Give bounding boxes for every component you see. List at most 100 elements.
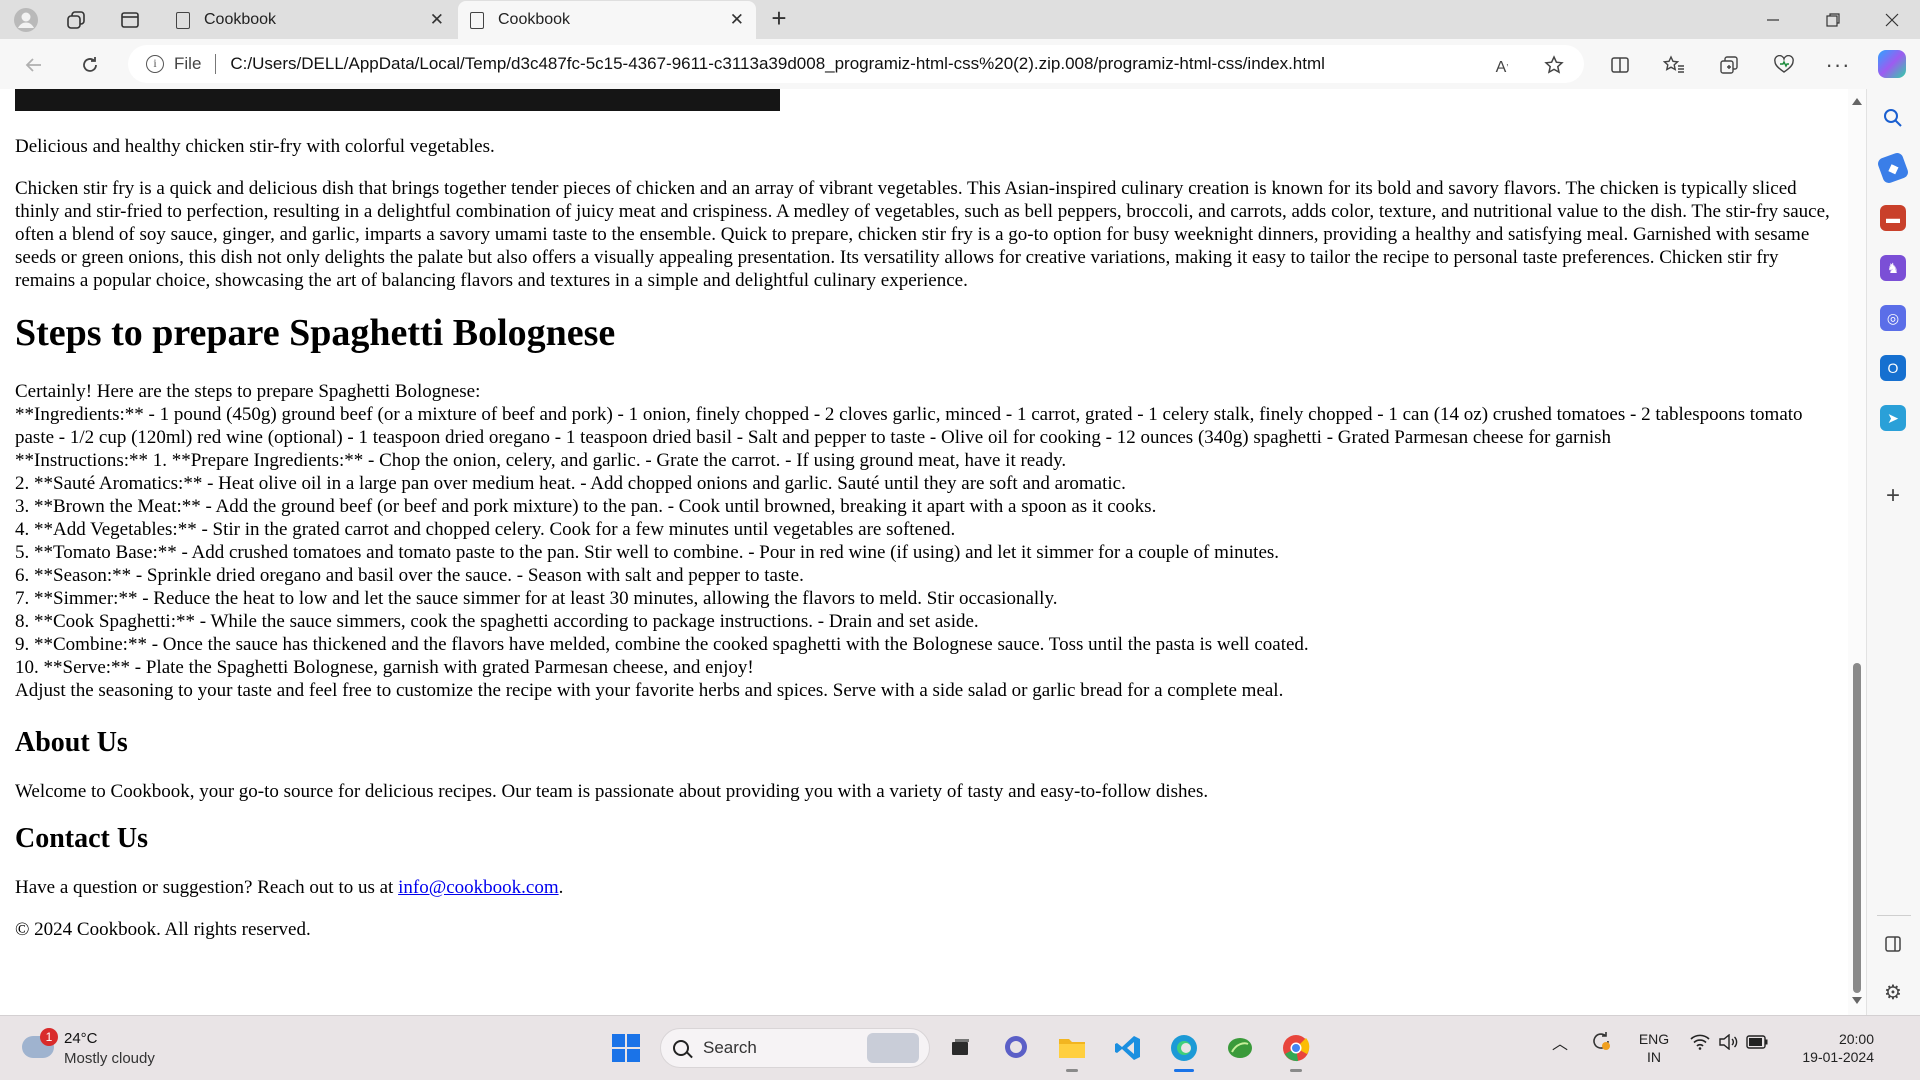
page-content: Delicious and healthy chicken stir-fry w… — [15, 135, 1835, 960]
step-line: 4. **Add Vegetables:** - Stir in the gra… — [15, 519, 956, 540]
collections-icon[interactable] — [1713, 49, 1745, 81]
browser-essentials-icon[interactable] — [1768, 49, 1800, 81]
settings-gear-icon[interactable]: ⚙ — [1880, 979, 1906, 1005]
language-indicator[interactable]: ENG IN — [1634, 1030, 1674, 1066]
active-indicator — [1174, 1069, 1194, 1072]
games-icon[interactable]: ♞ — [1880, 255, 1906, 281]
weather-condition: Mostly cloudy — [64, 1050, 155, 1067]
edge-sidebar: ◆ ▬ ♞ ◎ O ➤ + ⚙ — [1866, 89, 1920, 1015]
chat-app-icon[interactable] — [996, 1028, 1036, 1068]
favorite-star-icon[interactable] — [1538, 49, 1570, 81]
search-highlight-icon — [867, 1033, 919, 1063]
step-line: 10. **Serve:** - Plate the Spaghetti Bol… — [15, 657, 754, 678]
windows-logo-icon — [612, 1034, 640, 1062]
footer-text: © 2024 Cookbook. All rights reserved. — [15, 919, 311, 940]
restore-button[interactable] — [1805, 0, 1861, 39]
sync-icon[interactable] — [1590, 1030, 1612, 1056]
taskbar: 1 24°C Mostly cloudy Search ︿ ENG IN 20:… — [0, 1015, 1920, 1080]
step-line: **Instructions:** 1. **Prepare Ingredien… — [15, 450, 1067, 471]
scroll-thumb[interactable] — [1853, 663, 1861, 993]
profile-icon[interactable] — [12, 6, 40, 34]
weather-temp: 24°C — [64, 1030, 98, 1047]
url-text[interactable]: C:/Users/DELL/AppData/Local/Temp/d3c487f… — [230, 54, 1325, 74]
more-menu-icon[interactable]: ··· — [1822, 49, 1854, 81]
contact-suffix: . — [558, 877, 564, 898]
drop-icon[interactable]: ➤ — [1880, 405, 1906, 431]
copilot-icon[interactable] — [1878, 50, 1906, 78]
new-tab-button[interactable]: + — [764, 4, 794, 34]
language-region: IN — [1647, 1049, 1661, 1065]
tools-icon[interactable]: ▬ — [1880, 205, 1906, 231]
page-viewport: Delicious and healthy chicken stir-fry w… — [0, 89, 1848, 1015]
clock-date: 19-01-2024 — [1802, 1049, 1874, 1065]
close-tab-icon[interactable]: ✕ — [430, 10, 444, 30]
recipe-image — [15, 89, 780, 111]
system-clock[interactable]: 20:00 19-01-2024 — [1776, 1030, 1874, 1066]
edge-browser-icon[interactable] — [1164, 1028, 1204, 1072]
read-aloud-icon[interactable]: Aʼ — [1486, 52, 1518, 84]
add-sidebar-app-icon[interactable]: + — [1880, 482, 1906, 509]
file-explorer-icon[interactable] — [1052, 1028, 1092, 1072]
outlook-icon[interactable]: O — [1880, 355, 1906, 381]
task-view-icon[interactable] — [940, 1028, 980, 1068]
step-line: 2. **Sauté Aromatics:** - Heat olive oil… — [15, 473, 1126, 494]
scroll-up-arrow[interactable] — [1852, 98, 1862, 105]
hide-sidebar-icon[interactable] — [1880, 931, 1906, 957]
close-window-button[interactable] — [1864, 0, 1920, 39]
microsoft-365-icon[interactable]: ◎ — [1880, 305, 1906, 331]
vertical-tabs-icon[interactable] — [116, 6, 144, 34]
refresh-button[interactable] — [74, 49, 106, 81]
site-info-icon[interactable]: i — [146, 55, 164, 73]
about-heading: About Us — [15, 727, 128, 758]
step-line: 9. **Combine:** - Once the sauce has thi… — [15, 634, 1309, 655]
workspaces-icon[interactable] — [62, 6, 90, 34]
divider — [1877, 915, 1911, 916]
step-line: **Ingredients:** - 1 pound (450g) ground… — [15, 404, 1803, 448]
minimize-button[interactable] — [1745, 0, 1801, 39]
step-line: Certainly! Here are the steps to prepare… — [15, 381, 481, 402]
step-line: Adjust the seasoning to your taste and f… — [15, 680, 1284, 701]
contact-heading: Contact Us — [15, 823, 148, 854]
start-button[interactable] — [606, 1028, 646, 1068]
document-icon — [470, 11, 484, 29]
weather-widget[interactable]: 1 24°C Mostly cloudy — [20, 1028, 220, 1072]
green-app-icon[interactable] — [1220, 1028, 1260, 1068]
vscode-icon[interactable] — [1108, 1028, 1148, 1068]
tab-cookbook-2[interactable]: Cookbook ✕ — [458, 1, 756, 39]
battery-icon[interactable] — [1746, 1035, 1768, 1053]
taskbar-search[interactable]: Search — [660, 1028, 930, 1068]
tab-title: Cookbook — [498, 11, 571, 28]
volume-icon[interactable] — [1718, 1033, 1738, 1054]
recipe-description: Chicken stir fry is a quick and deliciou… — [15, 178, 1830, 291]
tab-strip: Cookbook ✕ Cookbook ✕ + — [0, 0, 1920, 39]
recipe-intro: Delicious and healthy chicken stir-fry w… — [15, 136, 495, 157]
shopping-tag-icon[interactable]: ◆ — [1876, 151, 1910, 185]
wifi-icon[interactable] — [1690, 1034, 1710, 1054]
document-icon — [176, 11, 190, 29]
back-button[interactable] — [18, 49, 50, 81]
tab-title: Cookbook — [204, 11, 277, 28]
step-line: 7. **Simmer:** - Reduce the heat to low … — [15, 588, 1058, 609]
favorites-icon[interactable] — [1658, 49, 1690, 81]
search-icon[interactable] — [1880, 105, 1906, 131]
search-placeholder: Search — [703, 1038, 757, 1057]
address-bar[interactable]: i File C:/Users/DELL/AppData/Local/Temp/… — [128, 45, 1584, 83]
browser-toolbar: i File C:/Users/DELL/AppData/Local/Temp/… — [0, 39, 1920, 89]
split-screen-icon[interactable] — [1604, 49, 1636, 81]
tab-cookbook-1[interactable]: Cookbook ✕ — [164, 1, 456, 39]
contact-email-link[interactable]: info@cookbook.com — [398, 877, 559, 898]
language-code: ENG — [1638, 1031, 1670, 1047]
show-hidden-icons-chevron-icon[interactable]: ︿ — [1552, 1030, 1568, 1054]
page-scrollbar[interactable] — [1848, 89, 1866, 1015]
close-tab-icon[interactable]: ✕ — [730, 10, 744, 30]
clock-time: 20:00 — [1838, 1031, 1874, 1047]
contact-prefix: Have a question or suggestion? Reach out… — [15, 877, 399, 898]
search-icon — [673, 1040, 689, 1056]
running-indicator — [1290, 1069, 1302, 1072]
step-line: 8. **Cook Spaghetti:** - While the sauce… — [15, 611, 979, 632]
scroll-down-arrow[interactable] — [1852, 997, 1862, 1004]
contact-text: Have a question or suggestion? Reach out… — [15, 876, 1835, 899]
chrome-icon[interactable] — [1276, 1028, 1316, 1072]
notification-badge: 1 — [40, 1028, 58, 1046]
steps-list: Certainly! Here are the steps to prepare… — [15, 380, 1835, 702]
